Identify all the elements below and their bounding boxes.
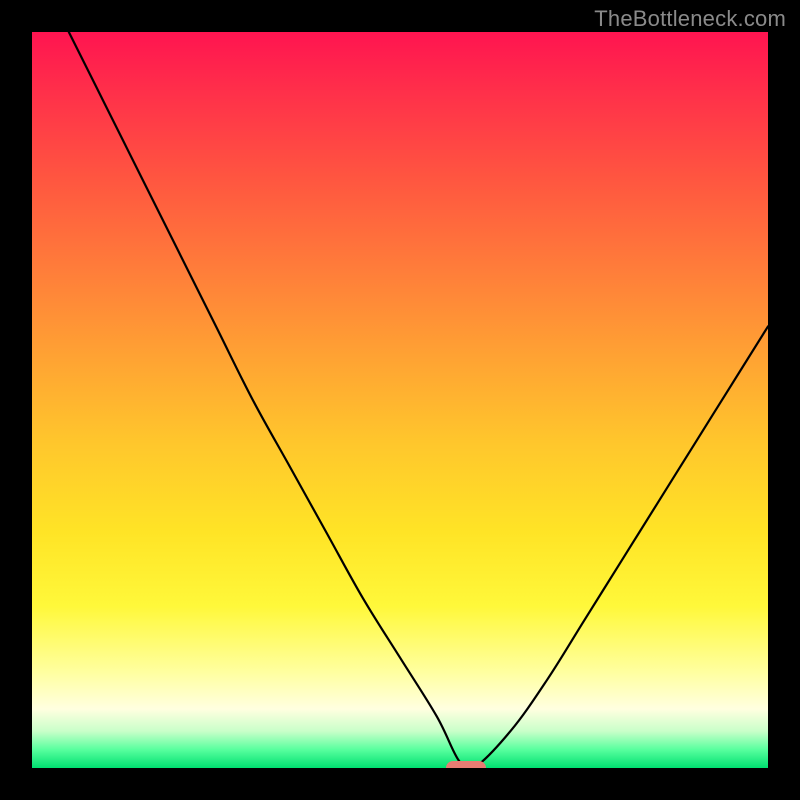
bottleneck-curve xyxy=(32,32,768,768)
plot-area xyxy=(32,32,768,768)
watermark-text: TheBottleneck.com xyxy=(594,6,786,32)
chart-frame: TheBottleneck.com xyxy=(0,0,800,800)
minimum-marker xyxy=(446,761,486,768)
